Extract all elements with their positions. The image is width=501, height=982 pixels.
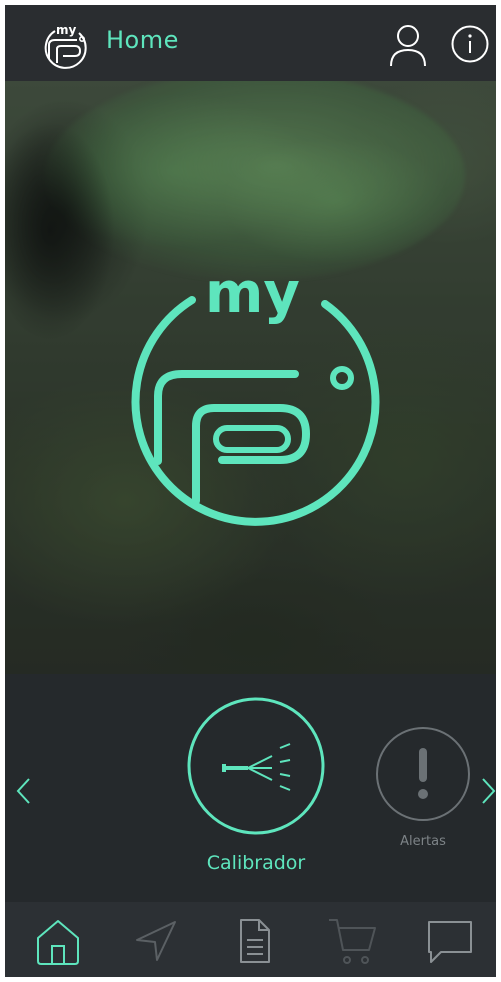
svg-text:my: my bbox=[56, 23, 77, 37]
app-frame: my Home my Calibrador Alertas bbox=[5, 5, 496, 977]
navigation-icon[interactable] bbox=[131, 916, 181, 966]
user-icon[interactable] bbox=[388, 23, 428, 67]
chevron-right-icon[interactable] bbox=[481, 777, 496, 805]
sprayer-icon bbox=[222, 743, 291, 791]
calibrador-button[interactable] bbox=[186, 696, 326, 836]
calibrador-label[interactable]: Calibrador bbox=[181, 852, 331, 874]
feature-carousel: Calibrador Alertas bbox=[5, 674, 496, 902]
top-bar: my Home bbox=[5, 5, 496, 81]
home-icon[interactable] bbox=[33, 916, 83, 966]
svg-text:my: my bbox=[205, 261, 300, 326]
document-icon[interactable] bbox=[229, 916, 279, 966]
alertas-button[interactable] bbox=[375, 726, 471, 822]
info-icon[interactable] bbox=[451, 25, 489, 63]
chevron-left-icon[interactable] bbox=[15, 777, 31, 805]
cart-icon[interactable] bbox=[327, 916, 377, 966]
hero-banner: my bbox=[5, 81, 496, 674]
brand-logo: my bbox=[131, 261, 380, 526]
alert-icon bbox=[418, 748, 428, 799]
alertas-label[interactable]: Alertas bbox=[375, 834, 471, 849]
bottom-tab-bar bbox=[5, 902, 496, 977]
logo-icon[interactable]: my bbox=[39, 21, 93, 69]
chat-icon[interactable] bbox=[425, 916, 475, 966]
page-title: Home bbox=[106, 26, 179, 54]
